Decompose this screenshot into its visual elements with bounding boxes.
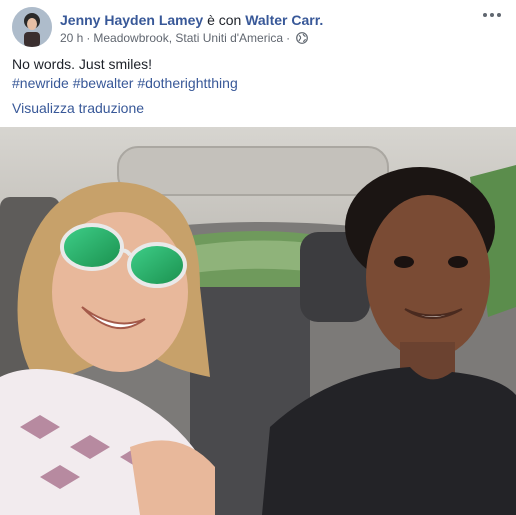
tagged-person-link[interactable]: Walter Carr. — [245, 12, 323, 28]
post-timestamp[interactable]: 20 h — [60, 31, 83, 45]
author-line: Jenny Hayden Lamey è con Walter Carr. — [60, 11, 323, 29]
separator: · — [86, 31, 91, 45]
hashtag-link[interactable]: #newride — [12, 75, 69, 91]
see-translation-link[interactable]: Visualizza traduzione — [12, 99, 144, 118]
dot-icon — [483, 13, 487, 17]
hashtag-list: #newride #bewalter #dotherightthing — [12, 74, 238, 93]
post-photo[interactable] — [0, 127, 516, 515]
post-message: No words. Just smiles! #newride #bewalte… — [12, 55, 238, 93]
avatar[interactable] — [12, 7, 52, 47]
more-options-button[interactable] — [480, 7, 504, 23]
separator: · — [286, 31, 291, 45]
photo-illustration — [0, 127, 516, 515]
location-link[interactable]: Meadowbrook, Stati Uniti d'America — [93, 31, 283, 45]
globe-icon[interactable] — [296, 32, 308, 44]
post-text: No words. Just smiles! — [12, 56, 153, 72]
hashtag-link[interactable]: #bewalter — [73, 75, 134, 91]
hashtag-link[interactable]: #dotherightthing — [137, 75, 237, 91]
post-header: Jenny Hayden Lamey è con Walter Carr. 20… — [12, 7, 504, 47]
dot-icon — [490, 13, 494, 17]
post-meta: 20 h · Meadowbrook, Stati Uniti d'America · — [60, 30, 308, 46]
dot-icon — [497, 13, 501, 17]
author-name-link[interactable]: Jenny Hayden Lamey — [60, 12, 203, 28]
with-text: è con — [207, 12, 242, 28]
